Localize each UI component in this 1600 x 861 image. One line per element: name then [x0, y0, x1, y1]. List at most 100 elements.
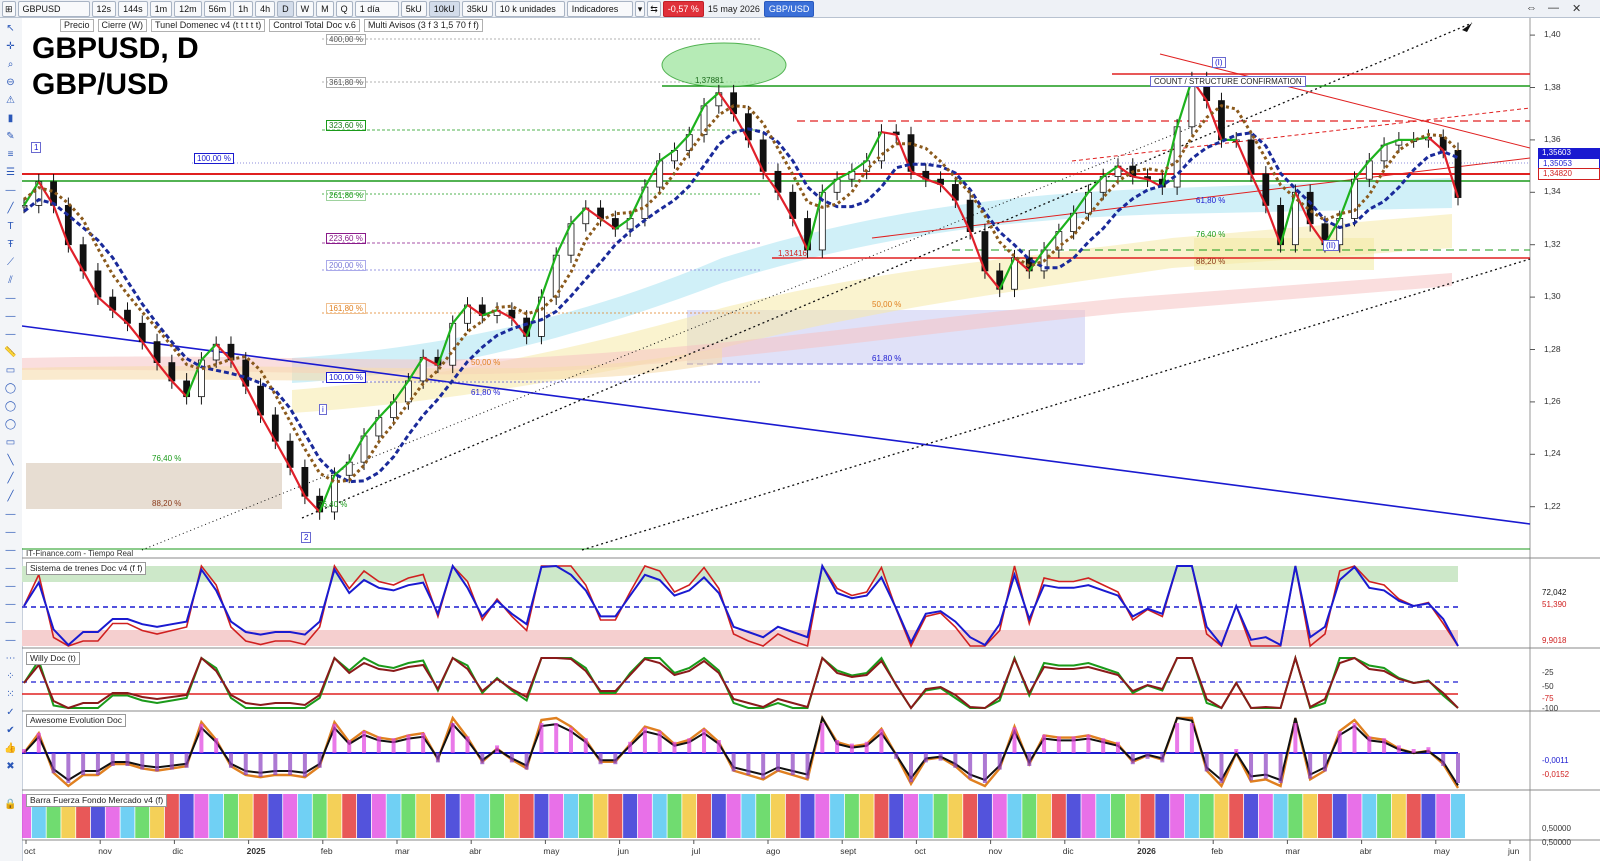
timeframe-12m[interactable]: 12m: [174, 0, 202, 17]
ellipse-green-icon[interactable]: ◯: [3, 400, 18, 413]
trend-green-icon[interactable]: ╱: [3, 472, 18, 485]
legend-cierre[interactable]: Cierre (W): [97, 19, 148, 32]
strength-bar: [904, 794, 919, 838]
awesome-bar: [982, 753, 987, 783]
link-icon[interactable]: ⇔: [1526, 2, 1537, 14]
hline7-icon[interactable]: —: [3, 544, 18, 557]
hline5-icon[interactable]: —: [3, 508, 18, 521]
hline4-icon[interactable]: —: [3, 328, 18, 341]
indicator-trenes[interactable]: Sistema de trenes Doc v4 (f f): [26, 562, 147, 575]
diag-icon[interactable]: ╲: [3, 454, 18, 467]
strength-bar: [1007, 794, 1022, 838]
awesome-bar: [864, 741, 869, 753]
legend-tunel[interactable]: Tunel Domenec v4 (t t t t t): [151, 19, 266, 32]
timeframe-12s[interactable]: 12s: [91, 0, 117, 17]
pencil-icon[interactable]: ✎: [3, 130, 18, 143]
dots-icon[interactable]: ⁘: [3, 670, 18, 683]
chart-canvas[interactable]: [22, 18, 1600, 861]
hline12-icon[interactable]: —: [3, 634, 18, 647]
ruler-icon[interactable]: 📏: [3, 346, 18, 359]
volume-10ku[interactable]: 10kU: [428, 0, 460, 17]
text-box-icon[interactable]: Ŧ: [3, 238, 18, 251]
cursor-icon[interactable]: ↖: [3, 22, 18, 35]
text-icon[interactable]: T: [3, 220, 18, 233]
legend-precio[interactable]: Precio: [60, 19, 94, 32]
hline8-icon[interactable]: —: [3, 562, 18, 575]
volume-35ku[interactable]: 35kU: [461, 0, 493, 17]
timeframe-4h[interactable]: 4h: [255, 0, 276, 17]
symbol-field[interactable]: GBPUSD: [17, 0, 90, 17]
timeframe-144s[interactable]: 144s: [118, 0, 148, 17]
crosshair-icon[interactable]: ✛: [3, 40, 18, 53]
timeframe-1m[interactable]: 1m: [149, 0, 173, 17]
awesome-bar: [81, 753, 86, 775]
hline11-icon[interactable]: —: [3, 616, 18, 629]
hline2-icon[interactable]: —: [3, 292, 18, 305]
check2-icon[interactable]: ✔: [3, 724, 18, 737]
strength-bar: [1332, 794, 1347, 838]
bar-icon[interactable]: ▮: [3, 112, 18, 125]
check-icon[interactable]: ✓: [3, 706, 18, 719]
awesome-bar: [746, 753, 751, 775]
strength-bar: [312, 794, 327, 838]
delete-icon[interactable]: ✖: [3, 760, 18, 773]
add-icon[interactable]: ⊞: [2, 0, 16, 17]
lock-icon[interactable]: 🔒: [3, 798, 18, 811]
ellipse-red-icon[interactable]: ◯: [3, 382, 18, 395]
chevron-down-icon[interactable]: ▾: [634, 0, 646, 17]
line-icon[interactable]: ╱: [3, 202, 18, 215]
channel-icon[interactable]: ⫽: [3, 274, 18, 287]
timeframe-w[interactable]: W: [295, 0, 315, 17]
indicators-button[interactable]: Indicadores: [566, 0, 633, 17]
awesome-bar: [347, 740, 352, 753]
awesome-bar: [687, 738, 692, 753]
sync-icon[interactable]: ⇆: [647, 0, 661, 17]
strength-bar: [534, 794, 549, 838]
hline-icon[interactable]: —: [3, 184, 18, 197]
indicator-barra[interactable]: Barra Fuerza Fondo Mercado v4 (f): [26, 794, 168, 807]
legend-avisos[interactable]: Multi Avisos (3 f 3 1,5 70 f f): [363, 19, 483, 32]
timeframe-1h[interactable]: 1h: [233, 0, 254, 17]
zoom-icon[interactable]: ⌕: [3, 58, 18, 71]
fib-icon[interactable]: ≡: [3, 148, 18, 161]
rect-icon[interactable]: ▭: [3, 364, 18, 377]
warning-icon[interactable]: ⚠: [3, 94, 18, 107]
awesome-bar: [598, 753, 603, 765]
thumb-icon[interactable]: 👍: [3, 742, 18, 755]
wave-1-label: 1: [31, 142, 42, 153]
trend-red-icon[interactable]: ╱: [3, 490, 18, 503]
minimize-icon[interactable]: —: [1548, 2, 1559, 14]
awesome-bar: [1204, 753, 1209, 772]
timeframe-q[interactable]: Q: [335, 0, 353, 17]
ellipse-blue-icon[interactable]: ◯: [3, 418, 18, 431]
zoom-out-icon[interactable]: ⊖: [3, 76, 18, 89]
strength-bar: [283, 794, 298, 838]
volume-5ku[interactable]: 5kU: [400, 0, 427, 17]
awesome-bar: [1189, 723, 1194, 753]
y-tick-label: 1,22: [1544, 500, 1561, 511]
rect-blue-icon[interactable]: ▭: [3, 436, 18, 449]
period-dropdown[interactable]: 1 día: [354, 0, 399, 17]
ray-icon[interactable]: ⟋: [3, 256, 18, 269]
strength-bar: [977, 794, 992, 838]
indicator-willy[interactable]: Willy Doc (t): [26, 652, 80, 665]
timeframe-m[interactable]: M: [316, 0, 334, 17]
units-dropdown[interactable]: 10 k unidades: [494, 0, 565, 17]
hline10-icon[interactable]: —: [3, 598, 18, 611]
grid-icon[interactable]: ⋯: [3, 652, 18, 665]
indicator-awesome[interactable]: Awesome Evolution Doc: [26, 714, 126, 727]
legend-control[interactable]: Control Total Doc v.6: [269, 19, 360, 32]
x-tick-label: dic: [172, 846, 184, 856]
timeframe-56m[interactable]: 56m: [203, 0, 232, 17]
pattern-icon[interactable]: ⁙: [3, 688, 18, 701]
strength-bar: [253, 794, 268, 838]
hline3-icon[interactable]: —: [3, 310, 18, 323]
timeframe-d[interactable]: D: [277, 0, 294, 17]
hline6-icon[interactable]: —: [3, 526, 18, 539]
close-icon[interactable]: ✕: [1572, 2, 1581, 15]
levels-icon[interactable]: ☰: [3, 166, 18, 179]
hline9-icon[interactable]: —: [3, 580, 18, 593]
strength-bar: [800, 794, 815, 838]
date-label: 15 may 2026: [707, 3, 760, 14]
x-tick-label: abr: [469, 846, 482, 856]
